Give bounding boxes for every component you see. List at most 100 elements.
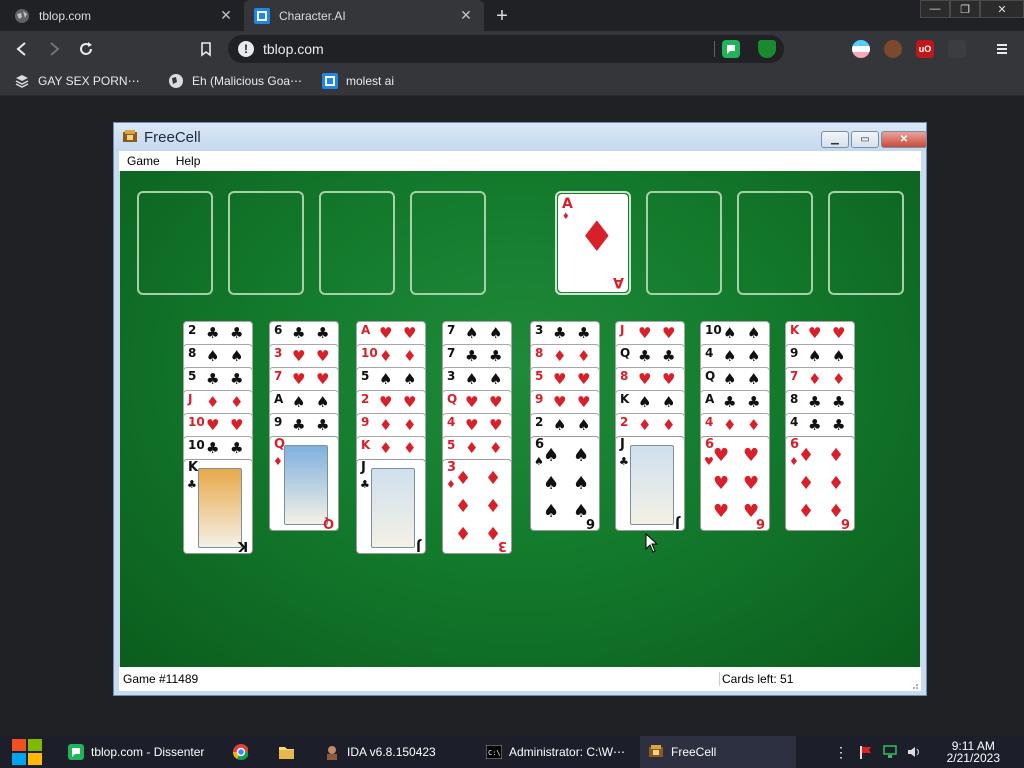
taskbar: tblop.com - Dissenter IDA v6.8.150423 C:… (0, 736, 1024, 768)
minimize-icon[interactable]: — (920, 0, 950, 18)
suit-icon: ♣ (489, 347, 503, 365)
close-window-icon[interactable]: ✕ (980, 0, 1024, 18)
shield-icon[interactable] (758, 40, 776, 58)
suit-icon: ♣ (292, 324, 306, 342)
taskbar-label: IDA v6.8.150423 (347, 745, 436, 759)
card-rank: 2 (361, 392, 370, 406)
menu-icon[interactable] (990, 37, 1014, 61)
taskbar-ida[interactable]: IDA v6.8.150423 (316, 736, 472, 768)
card-rank: J (620, 437, 625, 452)
address-bar[interactable]: ! tblop.com (228, 35, 784, 63)
suit-icon: ♣ (577, 324, 591, 342)
taskbar-freecell[interactable]: FreeCell (640, 736, 796, 768)
maximize-button[interactable]: ▭ (851, 131, 879, 148)
suit-icon: ♥ (206, 416, 220, 434)
reload-icon[interactable] (74, 37, 98, 61)
close-button[interactable]: ✕ (881, 131, 927, 148)
forward-icon[interactable] (42, 37, 66, 61)
free-cell[interactable] (137, 191, 213, 295)
dissenter-icon[interactable] (722, 40, 740, 58)
suit-icon: ♣ (832, 416, 846, 434)
restore-icon[interactable]: ❐ (950, 0, 980, 18)
tableau-top-card[interactable]: K ♣ K (183, 459, 253, 554)
card-rank: 4 (705, 346, 714, 360)
free-cell[interactable] (228, 191, 304, 295)
suit-icon: ♣ (316, 324, 330, 342)
suit-icon: ♠ (465, 324, 479, 342)
avatar[interactable] (884, 40, 902, 58)
ublock-icon[interactable]: uO (916, 40, 934, 58)
taskbar-dissenter[interactable]: tblop.com - Dissenter (60, 736, 216, 768)
foundation-pile[interactable] (828, 191, 904, 295)
bookmark-item[interactable]: molest ai (322, 72, 394, 90)
foundation-card[interactable]: A ♦ ♦ A (558, 194, 628, 292)
tableau-top-card[interactable]: 3 ♦ ♦ ♦ ♦ ♦ ♦ ♦ 3 (442, 459, 512, 554)
card-rank: J (620, 323, 625, 337)
flag-icon[interactable] (858, 736, 878, 768)
start-button[interactable] (8, 736, 46, 768)
mouse-cursor-icon (645, 532, 659, 558)
bookmark-icon[interactable] (194, 37, 218, 61)
suit-icon: ♦ (798, 501, 815, 522)
volume-icon[interactable] (906, 736, 926, 768)
card-rank: K (237, 538, 248, 553)
card-rank: A (705, 392, 715, 406)
freecell-app-icon (122, 129, 138, 145)
taskbar-file-explorer[interactable] (270, 736, 310, 768)
suit-icon: ♠ (723, 347, 737, 365)
close-icon[interactable]: ✕ (218, 7, 234, 24)
bookmark-item[interactable]: Eh (Malicious Goa⋯ (168, 72, 302, 90)
resize-grip-icon[interactable] (909, 679, 919, 689)
tab-character-ai[interactable]: Character.AI ✕ (244, 0, 484, 31)
card-rank: 2 (535, 415, 544, 429)
suit-icon: ♣ (638, 347, 652, 365)
card-rank: K (361, 438, 371, 452)
window-controls: ▁ ▭ ✕ (821, 131, 927, 148)
suit-icon: ♦ (206, 393, 220, 411)
new-tab-button[interactable]: + (490, 4, 514, 28)
face-card-artwork (630, 445, 674, 525)
card-rank: 3 (497, 538, 507, 553)
free-cell[interactable] (319, 191, 395, 295)
tableau-top-card[interactable]: 6 ♥ ♥ ♥ ♥ ♥ ♥ ♥ 6 (700, 436, 770, 531)
tableau-top-card[interactable]: J ♣ J (615, 436, 685, 531)
system-clock[interactable]: 9:11 AM 2/21/2023 (947, 740, 1000, 764)
card-rank: 10 (188, 438, 205, 452)
card-rank: J (675, 515, 680, 530)
suit-icon: ♣ (292, 416, 306, 434)
title-bar[interactable]: FreeCell (114, 123, 926, 151)
profile-flag-icon[interactable] (852, 40, 870, 58)
foundation-pile[interactable]: A ♦ ♦ A (555, 191, 631, 295)
free-cell[interactable] (410, 191, 486, 295)
suit-icon: ♣ (206, 324, 220, 342)
tab-tblop[interactable]: tblop.com ✕ (4, 0, 244, 31)
taskbar-chrome[interactable] (224, 736, 264, 768)
minimize-button[interactable]: ▁ (821, 131, 849, 148)
tableau-top-card[interactable]: J ♣ J (356, 459, 426, 554)
suit-icon: ♥ (489, 393, 503, 411)
tableau-top-card[interactable]: 6 ♦ ♦ ♦ ♦ ♦ ♦ ♦ 6 (785, 436, 855, 531)
globe-icon (168, 73, 184, 89)
menu-help[interactable]: Help (172, 154, 209, 168)
back-icon[interactable] (10, 37, 34, 61)
menu-game[interactable]: Game (123, 154, 168, 168)
taskbar-cmd[interactable]: C:\ Administrator: C:\W⋯ (478, 736, 634, 768)
card-rank: 6 (274, 323, 283, 337)
tableau-top-card[interactable]: Q ♦ Q (269, 436, 339, 531)
overflow-icon[interactable]: ⋮ (834, 736, 850, 768)
close-icon[interactable]: ✕ (458, 7, 474, 24)
browser-toolbar: ! tblop.com uO (0, 31, 1024, 66)
site-info-icon[interactable]: ! (238, 41, 254, 57)
folder-icon (278, 744, 294, 760)
network-icon[interactable] (882, 736, 902, 768)
extension-icon[interactable] (948, 40, 966, 58)
foundation-pile[interactable] (646, 191, 722, 295)
card-rank: Q (620, 346, 631, 360)
card-rank: 2 (620, 415, 629, 429)
suit-icon: ♠ (832, 347, 846, 365)
bookmark-item[interactable]: GAY SEX PORN⋯ (14, 72, 140, 90)
card-rank: 5 (361, 369, 370, 383)
url-text[interactable]: tblop.com (263, 41, 324, 57)
tableau-top-card[interactable]: 6 ♠ ♠ ♠ ♠ ♠ ♠ ♠ 6 (530, 436, 600, 531)
foundation-pile[interactable] (737, 191, 813, 295)
